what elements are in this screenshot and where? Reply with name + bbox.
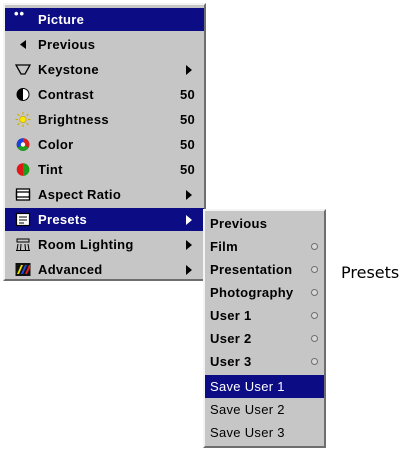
presets-caption: Presets <box>341 263 400 282</box>
submenu-item-user-1[interactable]: User 1 <box>205 304 324 327</box>
menu-item-label: Room Lighting <box>38 237 134 252</box>
tint-value: 50 <box>179 162 195 177</box>
submenu-item-label: User 3 <box>210 354 252 369</box>
submenu-item-presentation[interactable]: Presentation <box>205 258 324 281</box>
contrast-value: 50 <box>179 87 195 102</box>
submenu-arrow-icon <box>186 190 192 200</box>
submenu-item-label: Save User 2 <box>210 402 285 417</box>
brightness-value: 50 <box>179 112 195 127</box>
submenu-item-label: Save User 1 <box>210 379 285 394</box>
menu-item-previous[interactable]: Previous <box>5 33 204 56</box>
submenu-arrow-icon <box>186 240 192 250</box>
presets-icon <box>15 212 31 227</box>
menu-item-label: Color <box>38 137 74 152</box>
submenu-item-photography[interactable]: Photography <box>205 281 324 304</box>
menu-item-label: Previous <box>38 37 96 52</box>
menu-item-label: Brightness <box>38 112 109 127</box>
menu-item-room-lighting[interactable]: Room Lighting <box>5 233 204 256</box>
submenu-arrow-icon <box>186 65 192 75</box>
submenu-item-label: Save User 3 <box>210 425 285 440</box>
menu-item-label: Contrast <box>38 87 94 102</box>
tint-icon <box>16 163 30 176</box>
radio-button[interactable] <box>311 266 318 273</box>
submenu-item-label: Film <box>210 239 238 254</box>
menu-item-label: Tint <box>38 162 63 177</box>
menu-item-presets[interactable]: Presets <box>5 208 204 231</box>
brightness-icon <box>15 112 31 127</box>
presets-submenu: Previous Film Presentation Photography U… <box>203 209 326 448</box>
menu-item-keystone[interactable]: Keystone <box>5 58 204 81</box>
menu-item-brightness[interactable]: Brightness 50 <box>5 108 204 131</box>
submenu-item-user-2[interactable]: User 2 <box>205 327 324 350</box>
menu-item-color[interactable]: Color 50 <box>5 133 204 156</box>
menu-item-tint[interactable]: Tint 50 <box>5 158 204 181</box>
radio-button[interactable] <box>311 243 318 250</box>
left-arrow-icon <box>20 40 26 49</box>
radio-button[interactable] <box>311 358 318 365</box>
menu-item-label: Presets <box>38 212 88 227</box>
submenu-item-label: Previous <box>210 216 268 231</box>
radio-button[interactable] <box>311 289 318 296</box>
menu-title: Picture <box>38 12 85 27</box>
submenu-item-previous[interactable]: Previous <box>205 212 324 235</box>
room-lighting-icon <box>16 238 30 251</box>
submenu-arrow-icon <box>186 215 192 225</box>
advanced-icon <box>15 263 31 276</box>
submenu-item-film[interactable]: Film <box>205 235 324 258</box>
radio-button[interactable] <box>311 312 318 319</box>
submenu-item-save-user-3[interactable]: Save User 3 <box>205 421 324 444</box>
menu-item-label: Keystone <box>38 62 99 77</box>
menu-title-picture: •• Picture <box>5 6 204 31</box>
dots-icon: •• <box>14 6 26 21</box>
menu-item-label: Advanced <box>38 262 103 277</box>
menu-item-aspect-ratio[interactable]: Aspect Ratio <box>5 183 204 206</box>
radio-button[interactable] <box>311 335 318 342</box>
submenu-item-label: User 2 <box>210 331 252 346</box>
picture-menu: •• Picture Previous Keystone Contrast 50… <box>3 3 206 281</box>
submenu-item-user-3[interactable]: User 3 <box>205 350 324 373</box>
keystone-icon <box>15 64 31 75</box>
menu-item-label: Aspect Ratio <box>38 187 122 202</box>
submenu-arrow-icon <box>186 265 192 275</box>
menu-item-contrast[interactable]: Contrast 50 <box>5 83 204 106</box>
submenu-item-save-user-2[interactable]: Save User 2 <box>205 398 324 421</box>
submenu-item-label: User 1 <box>210 308 252 323</box>
color-icon <box>16 138 30 151</box>
menu-item-advanced[interactable]: Advanced <box>5 258 204 281</box>
submenu-item-save-user-1[interactable]: Save User 1 <box>205 375 324 398</box>
submenu-item-label: Presentation <box>210 262 293 277</box>
color-value: 50 <box>179 137 195 152</box>
aspect-ratio-icon <box>15 188 31 201</box>
submenu-item-label: Photography <box>210 285 294 300</box>
contrast-icon <box>16 88 30 101</box>
